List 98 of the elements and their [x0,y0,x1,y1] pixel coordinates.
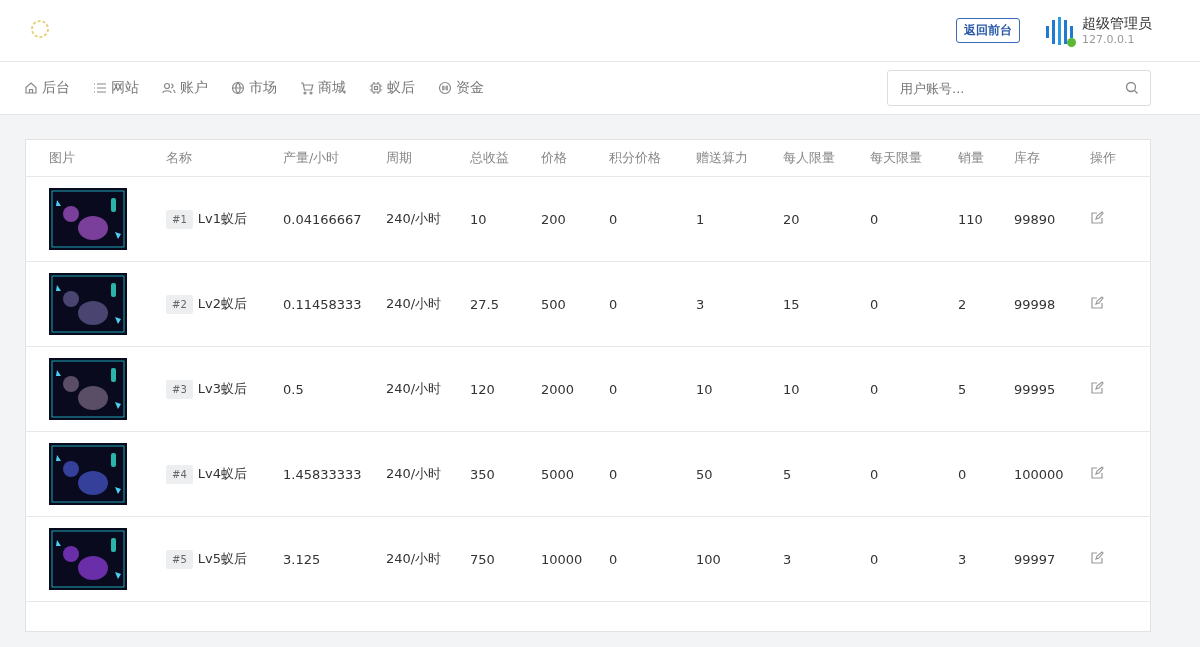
table-cell-text: 5 [783,466,793,482]
table-cell-text: 100 [696,551,722,567]
table-cell-text: 0 [870,381,880,397]
edit-icon[interactable] [1090,550,1104,565]
table-cell-text: 99997 [1014,551,1057,567]
user-ip: 127.0.0.1 [1082,33,1136,46]
nav-item[interactable]: 账户 [162,79,208,97]
product-name: Lv1蚁后 [197,210,247,228]
table-cell-text: 5000 [541,466,576,482]
table-cell-text: 99998 [1014,296,1057,312]
table-cell-text: 10000 [541,551,584,567]
table-cell-text: 27.5 [470,296,500,312]
table-cell-text: 99995 [1014,381,1057,397]
nav-item[interactable]: 蚁后 [369,79,415,97]
search-field[interactable]: 用户账号... [887,70,1151,106]
column-header: 价格 [541,149,568,167]
column-header: 名称 [166,149,193,167]
table-cell-text: 0.11458333 [283,296,363,312]
home-icon [24,81,38,95]
table-cell-text: 1.45833333 [283,466,363,482]
nav-item[interactable]: 网站 [93,79,139,97]
table-cell-text: 240/小时 [386,295,443,313]
table-cell-text: 350 [470,466,496,482]
return-button[interactable]: 返回前台 [956,18,1020,43]
column-header: 赠送算力 [696,149,749,167]
column-header: 每天限量 [870,149,923,167]
nav-item[interactable]: 后台 [24,79,70,97]
id-badge: #5 [166,549,193,569]
column-header: 总收益 [470,149,510,167]
table-cell-text: 5 [958,381,968,397]
users-icon [162,81,176,95]
table-cell-text: 3 [958,551,968,567]
table-cell-text: 120 [470,381,496,397]
table-cell-text: 0 [870,211,880,227]
table-cell-text: 0 [609,211,619,227]
table-cell-text: 3.125 [283,551,322,567]
nav-item[interactable]: 资金 [438,79,484,97]
table-cell-text: 0.5 [283,381,305,397]
column-header: 库存 [1014,149,1041,167]
edit-icon[interactable] [1090,380,1104,395]
table-cell-text: 240/小时 [386,550,443,568]
table-cell-text: 15 [783,296,801,312]
id-badge: #2 [166,294,193,314]
id-badge: #4 [166,464,193,484]
product-name: Lv4蚁后 [197,465,247,483]
search-icon [1125,81,1139,95]
id-badge: #1 [166,209,193,229]
column-header: 每人限量 [783,149,836,167]
chip-icon [369,81,383,95]
table-cell-text: 500 [541,296,567,312]
table-cell-text: 3 [696,296,706,312]
table-cell-text: 3 [783,551,793,567]
avatar-icon [1044,15,1074,46]
id-badge: #3 [166,379,193,399]
table-cell-text: 10 [783,381,801,397]
table-cell-text: 10 [696,381,714,397]
table-cell-text: 2 [958,296,968,312]
edit-icon[interactable] [1090,295,1104,310]
column-header: 操作 [1090,149,1117,167]
coin-icon [438,81,452,95]
user-name: 超级管理员 [1082,15,1152,33]
nav-item[interactable]: 市场 [231,79,277,97]
table-cell-text: 2000 [541,381,576,397]
table-cell-text: 240/小时 [386,380,443,398]
table-cell-text: 0 [609,296,619,312]
product-name: Lv5蚁后 [197,550,247,568]
globe-icon [231,81,245,95]
table-cell-text: 0 [870,551,880,567]
table-cell-text: 20 [783,211,801,227]
column-header: 周期 [386,149,413,167]
edit-icon[interactable] [1090,210,1104,225]
table-cell-text: 10 [470,211,488,227]
table-cell-text: 240/小时 [386,210,443,228]
product-name: Lv3蚁后 [197,380,247,398]
list-icon [93,81,107,95]
column-header: 图片 [49,149,76,167]
column-header: 销量 [958,149,985,167]
nav-item[interactable]: 商城 [300,79,346,97]
table-cell-text: 50 [696,466,714,482]
table-cell-text: 0 [609,551,619,567]
column-header: 产量/小时 [283,149,341,167]
table-cell-text: 0.04166667 [283,211,363,227]
table-cell-text: 0 [958,466,968,482]
table-cell-text: 110 [958,211,984,227]
table-cell-text: 0 [870,466,880,482]
column-header: 积分价格 [609,149,662,167]
table-cell-text: 750 [470,551,496,567]
table-cell-text: 0 [609,381,619,397]
edit-icon[interactable] [1090,465,1104,480]
table-cell-text: 200 [541,211,567,227]
table-cell-text: 240/小时 [386,465,443,483]
table-cell-text: 99890 [1014,211,1057,227]
table-cell-text: 100000 [1014,466,1065,482]
product-name: Lv2蚁后 [197,295,247,313]
table-cell-text: 1 [696,211,706,227]
table-cell-text: 0 [609,466,619,482]
table-cell-text: 0 [870,296,880,312]
cart-icon [300,81,314,95]
